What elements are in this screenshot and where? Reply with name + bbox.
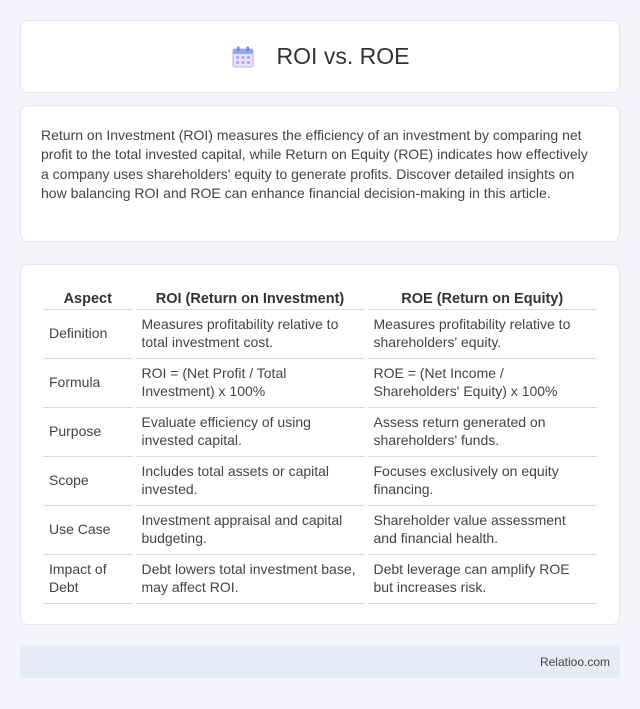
cell-aspect: Formula (43, 358, 136, 408)
intro-paragraph: Return on Investment (ROI) measures the … (41, 127, 588, 201)
table-header-row: Aspect ROI (Return on Investment) ROE (R… (43, 285, 597, 310)
table-row: Impact of Debt Debt lowers total investm… (43, 554, 597, 604)
cell-aspect: Impact of Debt (43, 554, 136, 604)
cell-roe: ROE = (Net Income / Shareholders' Equity… (366, 358, 597, 408)
cell-aspect: Purpose (43, 407, 136, 457)
cell-aspect: Use Case (43, 505, 136, 555)
table-row: Purpose Evaluate efficiency of using inv… (43, 407, 597, 457)
cell-aspect: Definition (43, 309, 136, 359)
header-roe: ROE (Return on Equity) (366, 285, 597, 310)
intro-card: Return on Investment (ROI) measures the … (20, 105, 620, 242)
header-aspect: Aspect (43, 285, 136, 310)
cell-roi: ROI = (Net Profit / Total Investment) x … (134, 358, 368, 408)
calendar-icon (231, 45, 255, 69)
table-row: Use Case Investment appraisal and capita… (43, 505, 597, 555)
footer-brand: Relatioo.com (539, 654, 610, 669)
cell-aspect: Scope (43, 456, 136, 506)
cell-roe: Focuses exclusively on equity financing. (366, 456, 597, 506)
page-title: ROI vs. ROE (276, 43, 410, 69)
table-row: Formula ROI = (Net Profit / Total Invest… (43, 358, 597, 408)
comparison-table: Aspect ROI (Return on Investment) ROE (R… (43, 285, 597, 604)
cell-roi: Debt lowers total investment base, may a… (134, 554, 368, 604)
cell-roi: Measures profitability relative to total… (134, 309, 368, 359)
cell-roi: Investment appraisal and capital budgeti… (134, 505, 368, 555)
table-row: Scope Includes total assets or capital i… (43, 456, 597, 506)
cell-roe: Measures profitability relative to share… (366, 309, 597, 359)
comparison-table-card: Aspect ROI (Return on Investment) ROE (R… (20, 264, 620, 625)
header-roi: ROI (Return on Investment) (134, 285, 368, 310)
cell-roe: Debt leverage can amplify ROE but increa… (366, 554, 597, 604)
title-card: ROI vs. ROE (20, 20, 620, 93)
cell-roe: Shareholder value assessment and financi… (366, 505, 597, 555)
footer: Relatioo.com (20, 645, 620, 678)
cell-roi: Evaluate efficiency of using invested ca… (134, 407, 368, 457)
table-row: Definition Measures profitability relati… (43, 309, 597, 359)
cell-roi: Includes total assets or capital investe… (134, 456, 368, 506)
cell-roe: Assess return generated on shareholders'… (366, 407, 597, 457)
